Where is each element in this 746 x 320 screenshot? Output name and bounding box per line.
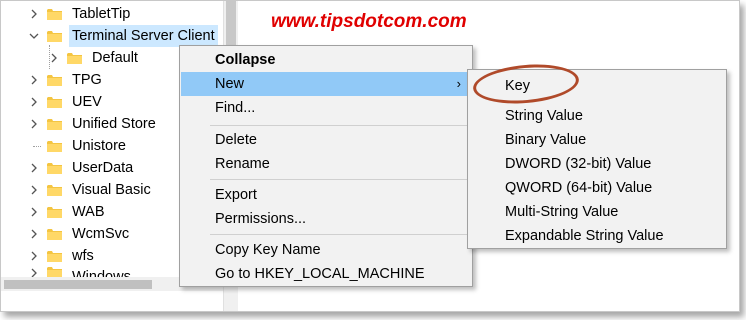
chevron-right-icon[interactable] xyxy=(27,73,41,87)
tree-item-tpg[interactable]: TPG xyxy=(27,69,105,91)
menu-item-find[interactable]: Find... xyxy=(181,96,471,120)
tree-item-userdata[interactable]: UserData xyxy=(27,157,136,179)
tree-item-visual-basic[interactable]: Visual Basic xyxy=(27,179,154,201)
menu-separator xyxy=(210,234,470,235)
folder-icon xyxy=(47,96,62,109)
tree-item-label: WAB xyxy=(72,204,105,220)
menu-item-go-to-hklm[interactable]: Go to HKEY_LOCAL_MACHINE xyxy=(181,262,471,286)
tree-item-label: Visual Basic xyxy=(72,182,151,198)
folder-icon xyxy=(47,184,62,197)
tree-item-label: TPG xyxy=(72,72,102,88)
tree-item-label: Default xyxy=(92,50,138,66)
menu-item-collapse[interactable]: Collapse xyxy=(181,48,471,72)
tree-item-label: UEV xyxy=(72,94,102,110)
folder-open-icon xyxy=(47,30,62,43)
context-menu: Collapse New › Find... Delete Rename Exp… xyxy=(179,45,473,287)
tree-item-wcmsvc[interactable]: WcmSvc xyxy=(27,223,132,245)
tree-item-label: TabletTip xyxy=(72,6,131,22)
folder-icon xyxy=(47,162,62,175)
folder-icon xyxy=(47,140,62,153)
folder-icon xyxy=(47,118,62,131)
submenu-arrow-icon: › xyxy=(456,76,461,91)
menu-item-dword-value[interactable]: DWORD (32-bit) Value xyxy=(469,152,725,176)
tree-item-label: WcmSvc xyxy=(72,226,130,242)
tree-item-unistore[interactable]: Unistore xyxy=(27,135,129,157)
scrollbar-thumb[interactable] xyxy=(4,280,152,289)
tree-item-unified-store[interactable]: Unified Store xyxy=(27,113,159,135)
folder-icon xyxy=(47,250,62,263)
tree-item-wfs[interactable]: wfs xyxy=(27,245,97,267)
folder-icon xyxy=(47,228,62,241)
menu-item-label: New xyxy=(215,76,245,92)
chevron-right-icon[interactable] xyxy=(27,227,41,241)
watermark-text: www.tipsdotcom.com xyxy=(271,11,467,32)
tree-item-wab[interactable]: WAB xyxy=(27,201,108,223)
menu-item-multi-string-value[interactable]: Multi-String Value xyxy=(469,200,725,224)
tree-item-label: Unified Store xyxy=(72,116,156,132)
menu-separator xyxy=(210,179,470,180)
tree-item-label: wfs xyxy=(72,248,94,264)
chevron-right-icon[interactable] xyxy=(47,51,61,65)
registry-editor-window: TabletTip Terminal Server Client Default… xyxy=(0,0,740,312)
menu-item-permissions[interactable]: Permissions... xyxy=(181,207,471,231)
chevron-right-icon[interactable] xyxy=(27,117,41,131)
tree-item-tablettip[interactable]: TabletTip xyxy=(27,3,133,25)
menu-item-copy-key-name[interactable]: Copy Key Name xyxy=(181,238,471,262)
chevron-right-icon[interactable] xyxy=(27,205,41,219)
menu-item-rename[interactable]: Rename xyxy=(181,152,471,176)
chevron-right-icon[interactable] xyxy=(27,249,41,263)
menu-item-expandable-string-value[interactable]: Expandable String Value xyxy=(469,224,725,248)
folder-icon xyxy=(47,74,62,87)
menu-item-new[interactable]: New › xyxy=(181,72,471,96)
menu-item-delete[interactable]: Delete xyxy=(181,128,471,152)
menu-separator xyxy=(210,125,470,126)
tree-item-label: UserData xyxy=(72,160,134,176)
chevron-right-icon[interactable] xyxy=(27,183,41,197)
tree-item-terminal-server-client[interactable]: Terminal Server Client xyxy=(27,25,218,47)
folder-icon xyxy=(47,206,62,219)
tree-item-default[interactable]: Default xyxy=(47,47,141,69)
tree-item-label: Unistore xyxy=(72,138,126,154)
folder-icon xyxy=(67,52,82,65)
menu-item-string-value[interactable]: String Value xyxy=(469,104,725,128)
chevron-down-icon[interactable] xyxy=(27,29,41,43)
folder-icon xyxy=(47,8,62,21)
menu-item-export[interactable]: Export xyxy=(181,183,471,207)
tree-item-uev[interactable]: UEV xyxy=(27,91,105,113)
chevron-right-icon[interactable] xyxy=(27,95,41,109)
tree-connector xyxy=(27,139,41,153)
chevron-right-icon[interactable] xyxy=(27,161,41,175)
chevron-right-icon[interactable] xyxy=(27,7,41,21)
tree-item-label: Terminal Server Client xyxy=(69,25,218,47)
menu-item-qword-value[interactable]: QWORD (64-bit) Value xyxy=(469,176,725,200)
menu-item-binary-value[interactable]: Binary Value xyxy=(469,128,725,152)
